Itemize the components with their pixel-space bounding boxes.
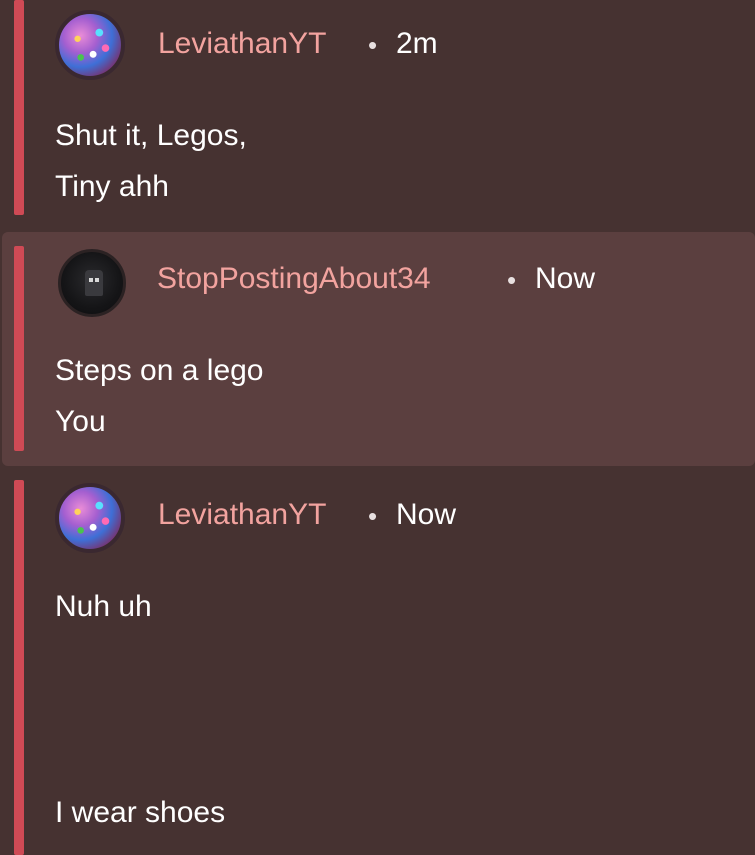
thread-bar[interactable] xyxy=(14,480,24,855)
username-link[interactable]: StopPostingAbout34 xyxy=(157,262,431,296)
comment-text-line: Steps on a lego xyxy=(55,354,264,387)
avatar-art xyxy=(85,270,103,296)
separator-dot: • xyxy=(368,30,378,60)
comment-text-line: I wear shoes xyxy=(55,796,226,829)
user-avatar[interactable] xyxy=(58,249,126,317)
username-link[interactable]: LeviathanYT xyxy=(158,27,326,61)
comment-text-line: Shut it, Legos, xyxy=(55,119,247,152)
thread-bar[interactable] xyxy=(14,0,24,215)
comment-text-line: Tiny ahh xyxy=(55,170,169,203)
username-link[interactable]: LeviathanYT xyxy=(158,498,326,532)
separator-dot: • xyxy=(507,265,517,295)
comment-text-line: You xyxy=(55,405,106,438)
avatar-eye xyxy=(95,278,99,282)
separator-dot: • xyxy=(368,501,378,531)
timestamp: Now xyxy=(396,498,457,531)
thread-bar[interactable] xyxy=(14,246,24,451)
avatar-art xyxy=(59,14,121,76)
avatar-eye xyxy=(89,278,93,282)
user-avatar[interactable] xyxy=(55,10,125,80)
timestamp: 2m xyxy=(396,27,438,60)
user-avatar[interactable] xyxy=(55,483,125,553)
comment: LeviathanYT • 2m Shut it, Legos, Tiny ah… xyxy=(0,0,755,232)
comment: LeviathanYT • Now Nuh uh I wear shoes xyxy=(0,466,755,855)
avatar-art xyxy=(59,487,121,549)
timestamp: Now xyxy=(535,262,596,295)
comment-text-line: Nuh uh xyxy=(55,590,152,623)
comment-highlighted: StopPostingAbout34 • Now Steps on a lego… xyxy=(2,232,755,466)
